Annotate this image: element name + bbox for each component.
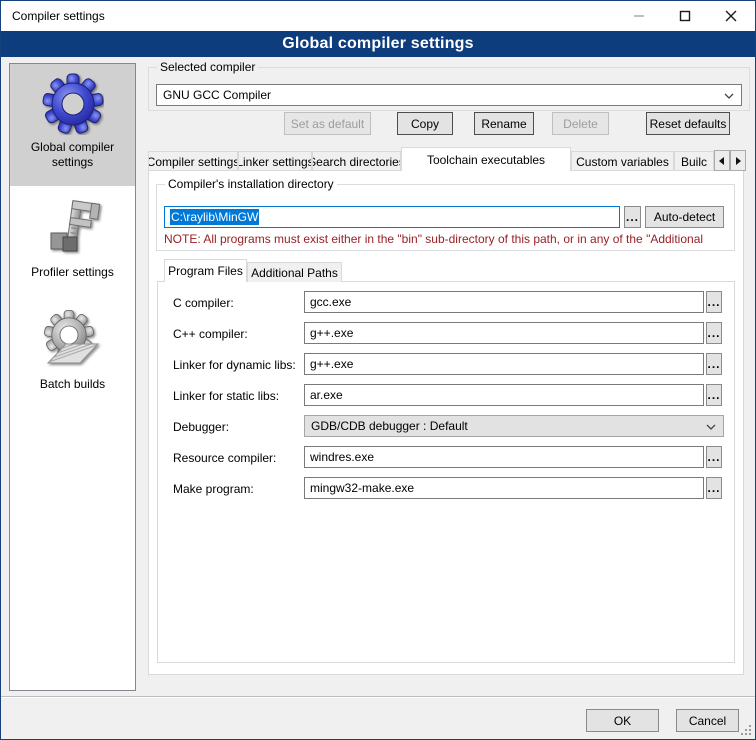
sidebar-item-label: Batch builds	[36, 377, 109, 392]
debugger-select[interactable]: GDB/CDB debugger : Default	[304, 415, 724, 437]
installation-directory-input[interactable]: C:\raylib\MinGW	[164, 206, 620, 228]
chevron-down-icon	[724, 93, 734, 99]
cpp-compiler-value: g++.exe	[310, 326, 353, 340]
close-button[interactable]	[708, 2, 754, 30]
subtab-additional-paths[interactable]: Additional Paths	[247, 262, 342, 282]
resource-compiler-label: Resource compiler:	[173, 451, 303, 465]
c-compiler-label: C compiler:	[173, 296, 303, 310]
chevron-down-icon	[706, 424, 716, 430]
linker-dynamic-value: g++.exe	[310, 357, 353, 371]
titlebar[interactable]: Compiler settings	[1, 1, 755, 31]
maximize-icon	[679, 10, 691, 22]
set-as-default-button: Set as default	[284, 112, 371, 135]
linker-static-value: ar.exe	[310, 388, 343, 402]
resource-compiler-value: windres.exe	[310, 450, 374, 464]
dialog-banner: Global compiler settings	[1, 31, 755, 57]
debugger-value: GDB/CDB debugger : Default	[311, 419, 468, 433]
installation-directory-group-label: Compiler's installation directory	[165, 177, 337, 191]
footer-separator	[1, 696, 756, 698]
tab-scroll-right-button[interactable]	[730, 150, 746, 171]
tab-linker-settings[interactable]: Linker settings	[238, 151, 312, 171]
resource-compiler-browse-button[interactable]: ...	[706, 446, 722, 468]
debugger-label: Debugger:	[173, 420, 303, 434]
reset-defaults-button[interactable]: Reset defaults	[646, 112, 730, 135]
bin-subdirectory-note: NOTE: All programs must exist either in …	[164, 232, 731, 246]
window-title: Compiler settings	[12, 9, 105, 23]
linker-static-browse-button[interactable]: ...	[706, 384, 722, 406]
copy-button[interactable]: Copy	[397, 112, 453, 135]
sidebar-item-global-compiler-settings[interactable]: Global compiler settings	[10, 64, 135, 186]
tab-build-options-truncated[interactable]: Builc	[674, 151, 714, 171]
linker-dynamic-browse-button[interactable]: ...	[706, 353, 722, 375]
compiler-select[interactable]: GNU GCC Compiler	[156, 84, 742, 106]
c-compiler-input[interactable]: gcc.exe	[304, 291, 704, 313]
compiler-settings-dialog: Compiler settings Global compiler settin…	[0, 0, 756, 740]
tab-toolchain-executables[interactable]: Toolchain executables	[401, 147, 571, 171]
compiler-select-value: GNU GCC Compiler	[163, 88, 271, 102]
rename-button[interactable]: Rename	[474, 112, 534, 135]
sidebar-item-label: Global compiler settings	[10, 140, 135, 170]
tab-custom-variables[interactable]: Custom variables	[571, 151, 674, 171]
arrow-right-icon	[735, 157, 741, 165]
page-title: Global compiler settings	[282, 35, 474, 53]
sidebar-item-profiler-settings[interactable]: Profiler settings	[10, 198, 135, 280]
gear-stack-icon	[42, 310, 104, 372]
cpp-compiler-label: C++ compiler:	[173, 327, 303, 341]
maximize-button[interactable]	[662, 2, 708, 30]
installation-directory-value: C:\raylib\MinGW	[170, 209, 259, 225]
linker-dynamic-input[interactable]: g++.exe	[304, 353, 704, 375]
linker-static-label: Linker for static libs:	[173, 389, 303, 403]
cpp-compiler-browse-button[interactable]: ...	[706, 322, 722, 344]
delete-button: Delete	[552, 112, 609, 135]
c-compiler-browse-button[interactable]: ...	[706, 291, 722, 313]
sidebar-item-batch-builds[interactable]: Batch builds	[10, 310, 135, 392]
cpp-compiler-input[interactable]: g++.exe	[304, 322, 704, 344]
resize-grip[interactable]	[741, 725, 751, 735]
tab-scroll-left-button[interactable]	[714, 150, 730, 171]
settings-category-list: Global compiler settings	[9, 63, 136, 691]
linker-dynamic-label: Linker for dynamic libs:	[173, 358, 303, 372]
browse-directory-button[interactable]: ...	[624, 206, 641, 228]
close-icon	[725, 10, 737, 22]
caliper-icon	[42, 198, 104, 260]
sidebar-item-label: Profiler settings	[27, 265, 118, 280]
subtab-program-files[interactable]: Program Files	[164, 259, 247, 282]
make-program-label: Make program:	[173, 482, 303, 496]
c-compiler-value: gcc.exe	[310, 295, 351, 309]
make-program-browse-button[interactable]: ...	[706, 477, 722, 499]
make-program-input[interactable]: mingw32-make.exe	[304, 477, 704, 499]
arrow-left-icon	[719, 157, 725, 165]
make-program-value: mingw32-make.exe	[310, 481, 414, 495]
linker-static-input[interactable]: ar.exe	[304, 384, 704, 406]
ok-button[interactable]: OK	[586, 709, 659, 732]
minimize-button[interactable]	[616, 2, 662, 30]
blue-gear-icon	[42, 73, 104, 135]
resource-compiler-input[interactable]: windres.exe	[304, 446, 704, 468]
tab-compiler-settings[interactable]: Compiler settings	[148, 151, 238, 171]
selected-compiler-group-label: Selected compiler	[157, 60, 258, 74]
cancel-button[interactable]: Cancel	[676, 709, 739, 732]
tab-search-directories[interactable]: Search directories	[312, 151, 401, 171]
minimize-icon	[633, 10, 645, 22]
auto-detect-button[interactable]: Auto-detect	[645, 206, 724, 228]
